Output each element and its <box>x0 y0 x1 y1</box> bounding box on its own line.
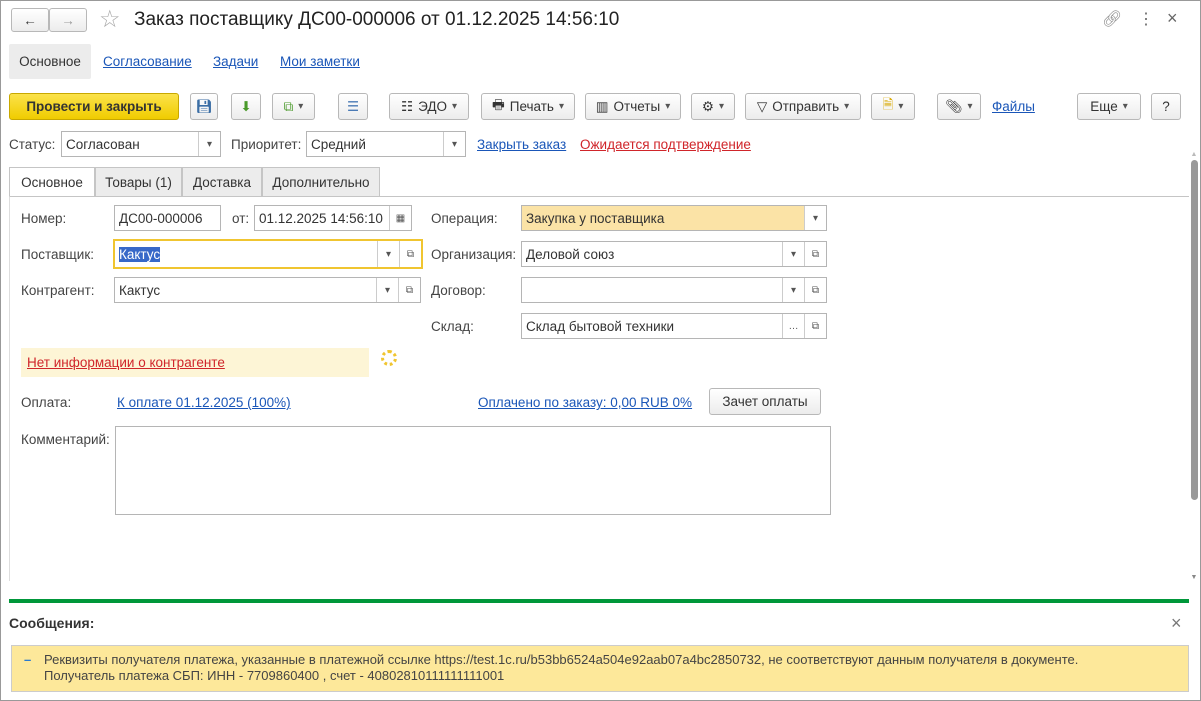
chevron-down-icon[interactable]: ▾ <box>376 278 398 302</box>
organization-label: Организация: <box>431 247 517 262</box>
chevron-down-icon[interactable]: ▾ <box>782 278 804 302</box>
edo-button[interactable]: ☷ ЭДО <box>389 93 469 120</box>
scroll-up-icon[interactable]: ▲ <box>1189 151 1199 158</box>
comment-textarea[interactable] <box>115 426 831 515</box>
warehouse-label: Склад: <box>431 319 474 334</box>
star-icon[interactable]: ☆ <box>99 5 121 34</box>
close-order-link[interactable]: Закрыть заказ <box>477 137 566 152</box>
open-icon[interactable]: ⧉ <box>804 314 826 338</box>
supplier-field[interactable]: Кактус ▾ ⧉ <box>113 239 423 269</box>
message-line-1: Реквизиты получателя платежа, указанные … <box>44 652 1079 667</box>
open-icon[interactable]: ⧉ <box>398 278 420 302</box>
form-tab-main[interactable]: Основное <box>9 167 95 197</box>
date-label: от: <box>232 211 250 226</box>
send-button[interactable]: ▽ Отправить <box>745 93 861 120</box>
payment-link[interactable]: К оплате 01.12.2025 (100%) <box>117 395 291 410</box>
chevron-down-icon[interactable]: ▾ <box>377 241 399 267</box>
paperclip-icon: 📎︎ <box>945 98 963 114</box>
window-title: Заказ поставщику ДС00-000006 от 01.12.20… <box>134 9 620 30</box>
open-icon[interactable]: ⧉ <box>804 242 826 266</box>
post-and-close-button[interactable]: Провести и закрыть <box>9 93 179 120</box>
payment-label: Оплата: <box>21 395 72 410</box>
send-icon: ▽ <box>756 98 768 114</box>
operation-label: Операция: <box>431 211 498 226</box>
message-bullet-icon: – <box>24 652 32 667</box>
reports-icon: ▥ <box>595 98 609 114</box>
open-icon[interactable]: ⧉ <box>804 278 826 302</box>
edo-icon: ☷ <box>400 98 414 114</box>
chevron-down-icon[interactable]: ▾ <box>198 132 220 156</box>
operation-select[interactable]: Закупка у поставщика ▾ <box>521 205 827 231</box>
form-tab-additional[interactable]: Дополнительно <box>262 167 380 196</box>
supplier-label: Поставщик: <box>21 247 94 262</box>
number-label: Номер: <box>21 211 67 226</box>
forward-button[interactable]: → <box>49 8 87 32</box>
contract-label: Договор: <box>431 283 486 298</box>
scroll-thumb[interactable] <box>1190 160 1198 500</box>
post-icon[interactable]: ⬇ <box>231 93 261 120</box>
journal-icon[interactable]: ☰ <box>338 93 368 120</box>
number-field[interactable]: ДС00-000006 <box>114 205 221 231</box>
help-button[interactable]: ? <box>1151 93 1181 120</box>
nav-tab-main[interactable]: Основное <box>9 44 91 79</box>
payment-offset-button[interactable]: Зачет оплаты <box>709 388 821 415</box>
settings-button[interactable]: ⚙ <box>691 93 735 120</box>
date-field[interactable]: 01.12.2025 14:56:10 ▦ <box>254 205 412 231</box>
open-icon[interactable]: ⧉ <box>399 241 421 267</box>
loading-spinner-icon <box>381 350 397 366</box>
organization-field[interactable]: Деловой союз ▾ ⧉ <box>521 241 827 267</box>
reports-button[interactable]: ▥ Отчеты <box>585 93 681 120</box>
message-item: – Реквизиты получателя платежа, указанны… <box>11 645 1189 692</box>
messages-title: Сообщения: <box>9 615 95 631</box>
form-tab-goods[interactable]: Товары (1) <box>95 167 182 196</box>
link-icon[interactable]: 🔗︎ <box>1102 9 1122 29</box>
more-button[interactable]: Еще <box>1077 93 1141 120</box>
back-button[interactable]: ← <box>11 8 49 32</box>
priority-select[interactable]: Средний ▾ <box>306 131 466 157</box>
nav-tab-tasks[interactable]: Задачи <box>213 54 258 69</box>
contract-field[interactable]: ▾ ⧉ <box>521 277 827 303</box>
gear-icon: ⚙ <box>701 98 715 114</box>
messages-divider <box>9 599 1189 603</box>
comment-label: Комментарий: <box>21 432 110 447</box>
save-icon[interactable]: 💾︎ <box>190 93 218 120</box>
create-based-on-button[interactable]: ⧉ <box>272 93 315 120</box>
warehouse-field[interactable]: Склад бытовой техники… ⧉ <box>521 313 827 339</box>
scroll-down-icon[interactable]: ▼ <box>1189 574 1199 581</box>
more-vert-icon[interactable]: ⋮ <box>1138 9 1154 29</box>
nav-tab-approval[interactable]: Согласование <box>103 54 192 69</box>
chevron-down-icon[interactable]: ▾ <box>782 242 804 266</box>
counterparty-label: Контрагент: <box>21 283 95 298</box>
nav-tab-notes[interactable]: Мои заметки <box>280 54 360 69</box>
messages-close-icon[interactable]: × <box>1171 613 1182 634</box>
paid-link[interactable]: Оплачено по заказу: 0,00 RUB 0% <box>478 395 692 410</box>
attach-button[interactable]: 📎︎ <box>937 93 981 120</box>
status-select[interactable]: Согласован ▾ <box>61 131 221 157</box>
document-clock-icon: 🗎 <box>882 97 894 112</box>
form-tab-delivery[interactable]: Доставка <box>182 167 262 196</box>
printer-icon: 🖶︎ <box>491 97 505 112</box>
counterparty-field[interactable]: Кактус ▾ ⧉ <box>114 277 421 303</box>
message-line-2: Получатель платежа СБП: ИНН - 7709860400… <box>44 668 505 683</box>
select-ellipsis-icon[interactable]: … <box>782 314 804 338</box>
calendar-icon[interactable]: ▦ <box>389 206 411 230</box>
close-icon[interactable]: × <box>1167 8 1178 29</box>
scrollbar[interactable]: ▲ ▼ <box>1189 151 1199 581</box>
no-info-link[interactable]: Нет информации о контрагенте <box>27 355 225 370</box>
awaiting-confirmation-link[interactable]: Ожидается подтверждение <box>580 137 751 152</box>
priority-label: Приоритет: <box>231 137 302 152</box>
files-link[interactable]: Файлы <box>992 99 1035 114</box>
print-button[interactable]: 🖶︎ Печать <box>481 93 575 120</box>
chevron-down-icon[interactable]: ▾ <box>443 132 465 156</box>
chevron-down-icon[interactable]: ▾ <box>804 206 826 230</box>
status-label: Статус: <box>9 137 56 152</box>
document-clock-button[interactable]: 🗎 <box>871 93 915 120</box>
no-info-banner: Нет информации о контрагенте <box>21 348 369 377</box>
